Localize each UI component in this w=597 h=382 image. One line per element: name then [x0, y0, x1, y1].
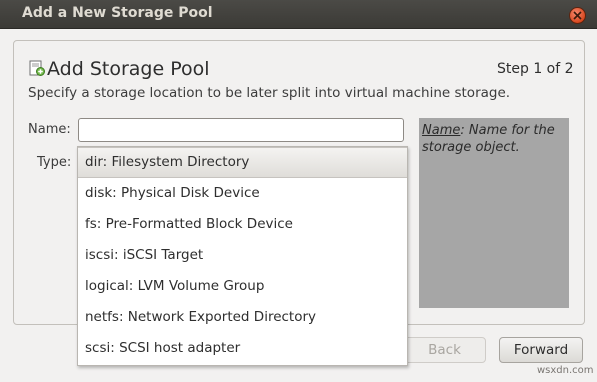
- help-text: Name: Name for the storage object.: [422, 122, 568, 156]
- type-option-dir[interactable]: dir: Filesystem Directory: [78, 147, 407, 178]
- window-title: Add a New Storage Pool: [22, 5, 213, 21]
- close-icon: [573, 11, 582, 20]
- back-button[interactable]: Back: [403, 337, 486, 363]
- name-input[interactable]: [78, 118, 404, 142]
- help-panel: Name: Name for the storage object.: [419, 118, 569, 308]
- type-option-logical[interactable]: logical: LVM Volume Group: [78, 271, 407, 302]
- help-term: Name: [422, 123, 461, 138]
- type-option-disk[interactable]: disk: Physical Disk Device: [78, 178, 407, 209]
- type-dropdown-list[interactable]: dir: Filesystem Directory disk: Physical…: [77, 146, 408, 366]
- page-subtitle: Specify a storage location to be later s…: [28, 85, 511, 101]
- forward-button[interactable]: Forward: [499, 337, 583, 363]
- page-title: Add Storage Pool: [47, 58, 210, 80]
- close-button[interactable]: [569, 7, 586, 24]
- type-option-scsi[interactable]: scsi: SCSI host adapter: [78, 333, 407, 364]
- type-option-iscsi[interactable]: iscsi: iSCSI Target: [78, 240, 407, 271]
- type-label: Type:: [37, 155, 72, 170]
- type-option-fs[interactable]: fs: Pre-Formatted Block Device: [78, 209, 407, 240]
- name-label: Name:: [28, 122, 71, 137]
- add-storage-icon: [29, 60, 45, 76]
- title-bar: Add a New Storage Pool: [0, 0, 597, 29]
- watermark: wsxdn.com: [537, 365, 594, 376]
- step-indicator: Step 1 of 2: [497, 61, 574, 77]
- type-option-netfs[interactable]: netfs: Network Exported Directory: [78, 302, 407, 333]
